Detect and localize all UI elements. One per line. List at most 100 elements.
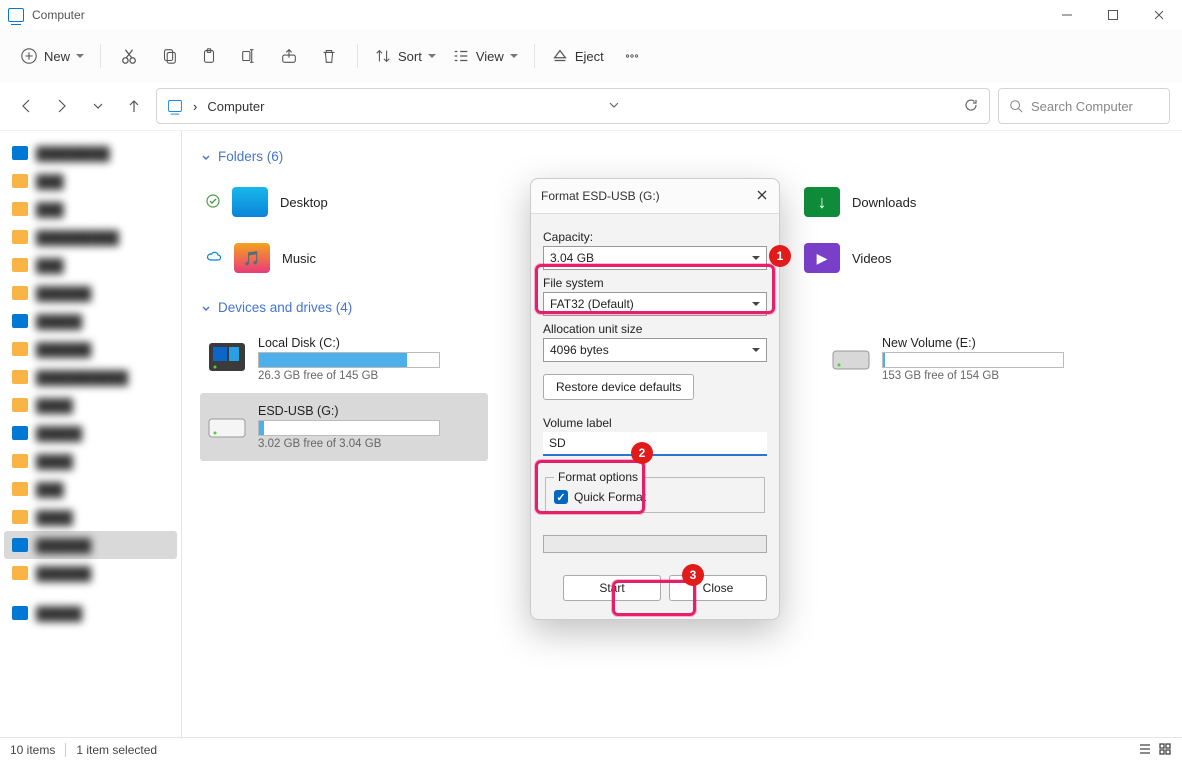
sidebar-item-computer[interactable]: ██████ xyxy=(4,531,177,559)
sidebar-item[interactable]: ███ xyxy=(0,475,181,503)
filesystem-label: File system xyxy=(543,276,767,290)
folder-label: Desktop xyxy=(280,195,328,210)
address-bar[interactable]: › Computer xyxy=(156,88,990,124)
restore-defaults-button[interactable]: Restore device defaults xyxy=(543,374,694,400)
search-icon xyxy=(1009,99,1023,113)
volume-label-label: Volume label xyxy=(543,416,767,430)
format-options-legend: Format options xyxy=(554,470,642,484)
folder-desktop[interactable]: Desktop xyxy=(200,174,486,230)
desktop-folder-icon xyxy=(232,187,268,217)
sidebar: ████████ ███ ███ █████████ ███ ██████ ██… xyxy=(0,131,182,739)
new-button[interactable]: New xyxy=(12,38,92,74)
folder-music[interactable]: Music xyxy=(200,230,486,286)
sort-button[interactable]: Sort xyxy=(366,38,444,74)
more-button[interactable] xyxy=(612,38,652,74)
sidebar-item[interactable]: ██████ xyxy=(0,279,181,307)
drive-sub: 26.3 GB free of 145 GB xyxy=(258,370,482,382)
up-button[interactable] xyxy=(120,92,148,120)
paste-button[interactable] xyxy=(189,38,229,74)
capacity-select[interactable]: 3.04 GB xyxy=(543,246,767,270)
sidebar-item[interactable]: ███ xyxy=(0,195,181,223)
sidebar-item[interactable]: █████████ xyxy=(0,223,181,251)
close-button[interactable]: Close xyxy=(669,575,767,601)
dialog-close-button[interactable] xyxy=(755,188,769,205)
sidebar-item[interactable]: █████ xyxy=(0,599,181,627)
chevron-right-icon: › xyxy=(193,99,197,114)
capacity-label: Capacity: xyxy=(543,230,767,244)
folder-label: Downloads xyxy=(852,195,916,210)
back-button[interactable] xyxy=(12,92,40,120)
breadcrumb-computer[interactable]: Computer xyxy=(207,99,264,114)
folder-videos[interactable]: Videos xyxy=(772,230,1058,286)
window-close-button[interactable] xyxy=(1136,0,1182,30)
maximize-button[interactable] xyxy=(1090,0,1136,30)
drive-capacity-bar xyxy=(258,352,440,368)
sidebar-item[interactable]: ██████████ xyxy=(0,363,181,391)
chevron-down-icon xyxy=(752,348,760,356)
folder-downloads[interactable]: Downloads xyxy=(772,174,1058,230)
delete-button[interactable] xyxy=(309,38,349,74)
search-input[interactable]: Search Computer xyxy=(998,88,1170,124)
forward-button[interactable] xyxy=(48,92,76,120)
chevron-down-icon[interactable] xyxy=(606,97,622,116)
status-bar: 10 items 1 item selected xyxy=(0,737,1182,762)
checkbox-checked-icon: ✓ xyxy=(554,490,568,504)
drive-esd-usb-g[interactable]: ESD-USB (G:) 3.02 GB free of 3.04 GB xyxy=(200,393,488,461)
sidebar-item[interactable]: ████ xyxy=(0,503,181,531)
alloc-label: Allocation unit size xyxy=(543,322,767,336)
computer-icon xyxy=(8,8,24,22)
quick-format-checkbox[interactable]: ✓ Quick Format xyxy=(554,490,756,504)
format-options-group: Format options ✓ Quick Format xyxy=(545,470,765,513)
videos-folder-icon xyxy=(804,243,840,273)
list-view-button[interactable] xyxy=(1138,742,1152,759)
share-button[interactable] xyxy=(269,38,309,74)
sidebar-item[interactable]: ███ xyxy=(0,251,181,279)
cloud-sync-icon xyxy=(206,249,222,268)
chevron-down-icon xyxy=(752,256,760,264)
toolbar-separator xyxy=(100,44,101,68)
sidebar-item[interactable]: ████ xyxy=(0,391,181,419)
drive-icon xyxy=(830,340,872,378)
dialog-titlebar[interactable]: Format ESD-USB (G:) xyxy=(531,179,779,214)
search-placeholder: Search Computer xyxy=(1031,99,1133,114)
chevron-down-icon xyxy=(428,54,436,62)
sidebar-item[interactable]: ██████ xyxy=(0,559,181,587)
chevron-down-icon xyxy=(76,54,84,62)
format-dialog: Format ESD-USB (G:) Capacity: 3.04 GB Fi… xyxy=(530,178,780,620)
recent-button[interactable] xyxy=(84,92,112,120)
toolbar-separator xyxy=(357,44,358,68)
copy-button[interactable] xyxy=(149,38,189,74)
sidebar-item[interactable]: ████ xyxy=(0,447,181,475)
filesystem-select[interactable]: FAT32 (Default) xyxy=(543,292,767,316)
rename-button[interactable] xyxy=(229,38,269,74)
drive-sub: 153 GB free of 154 GB xyxy=(882,370,1106,382)
volume-label-input[interactable]: SD xyxy=(543,432,767,456)
cut-button[interactable] xyxy=(109,38,149,74)
sidebar-item[interactable]: █████ xyxy=(0,419,181,447)
view-button[interactable]: View xyxy=(444,38,526,74)
toolbar-separator xyxy=(534,44,535,68)
alloc-select[interactable]: 4096 bytes xyxy=(543,338,767,362)
sidebar-item[interactable]: ███ xyxy=(0,167,181,195)
drive-name: New Volume (E:) xyxy=(882,336,1106,350)
drive-new-volume-e[interactable]: New Volume (E:) 153 GB free of 154 GB xyxy=(824,325,1112,393)
music-folder-icon xyxy=(234,243,270,273)
tile-view-button[interactable] xyxy=(1158,742,1172,759)
drive-local-c[interactable]: Local Disk (C:) 26.3 GB free of 145 GB xyxy=(200,325,488,393)
eject-button[interactable]: Eject xyxy=(543,38,612,74)
drive-capacity-bar xyxy=(258,420,440,436)
dialog-title: Format ESD-USB (G:) xyxy=(541,189,755,203)
drive-icon xyxy=(206,340,248,378)
sidebar-item[interactable]: ██████ xyxy=(0,335,181,363)
start-button[interactable]: Start xyxy=(563,575,661,601)
new-label: New xyxy=(44,49,70,64)
synced-check-icon xyxy=(206,194,220,211)
sidebar-item[interactable]: ████████ xyxy=(0,139,181,167)
section-header-folders[interactable]: Folders (6) xyxy=(200,149,1164,164)
minimize-button[interactable] xyxy=(1044,0,1090,30)
sort-label: Sort xyxy=(398,49,422,64)
computer-icon xyxy=(168,100,182,112)
sidebar-item[interactable]: █████ xyxy=(0,307,181,335)
drive-capacity-bar xyxy=(882,352,1064,368)
refresh-icon[interactable] xyxy=(963,97,979,116)
